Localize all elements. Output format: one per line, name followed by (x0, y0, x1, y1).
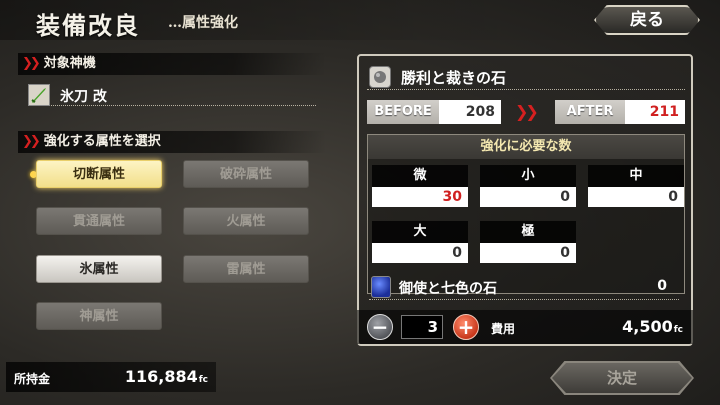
extra-item-name: 御使と七色の石 (399, 281, 497, 297)
extra-item-value: 0 (657, 278, 667, 294)
gem-icon (371, 276, 391, 298)
attr-thunder-button[interactable]: 雷属性 (183, 255, 309, 283)
attribute-section-label: 強化する属性を選択 (43, 134, 161, 149)
cost-value: 4,500fc (622, 317, 683, 336)
money-display: 所持金 116,884fc (6, 362, 216, 392)
cost-unit: fc (673, 325, 683, 335)
money-value: 116,884fc (125, 367, 208, 386)
req-cell-label: 小 (480, 165, 576, 187)
page-title: 装備改良 (36, 11, 140, 40)
quantity-field[interactable]: 3 (401, 315, 443, 339)
attr-fire-button[interactable]: 火属性 (183, 207, 309, 235)
page-subtitle: …属性強化 (168, 15, 238, 31)
requirements-box: 強化に必要な数 微 30 小 0 中 0 大 0 極 0 (367, 134, 685, 294)
chevron-right-icon: ❯❯ (22, 134, 41, 149)
req-cell-label: 中 (588, 165, 684, 187)
req-cell-value: 0 (480, 187, 576, 207)
money-unit: fc (198, 375, 208, 385)
target-weapon-row: 氷刀 改 (28, 82, 316, 106)
target-section-header: ❯❯ 対象神機 (18, 53, 326, 75)
sword-icon (28, 84, 50, 106)
before-label: BEFORE (367, 100, 439, 124)
extra-item-row: 御使と七色の石 0 (369, 276, 679, 300)
cost-bar: − 3 + 費用 4,500fc (357, 310, 693, 344)
attr-divine-button[interactable]: 神属性 (36, 302, 162, 330)
back-button[interactable]: 戻る (594, 5, 700, 35)
attr-crush-button[interactable]: 破砕属性 (183, 160, 309, 188)
cost-label: 費用 (491, 322, 516, 336)
req-cell-value: 0 (372, 243, 468, 263)
stone-row: 勝利と裁きの石 (367, 64, 685, 90)
attr-slash-button[interactable]: 切断属性 (36, 160, 162, 188)
after-value: 211 (625, 100, 685, 124)
req-cell-value: 30 (372, 187, 468, 207)
attr-ice-button[interactable]: 氷属性 (36, 255, 162, 283)
arrow-right-icon: ❯❯ (515, 102, 539, 121)
req-cell-value: 0 (480, 243, 576, 263)
money-amount: 116,884 (124, 367, 198, 386)
req-cell-label: 大 (372, 221, 468, 243)
confirm-button[interactable]: 決定 (552, 363, 692, 393)
stone-icon (369, 66, 391, 88)
weapon-name: 氷刀 改 (60, 89, 107, 105)
req-cell-label: 微 (372, 165, 468, 187)
increase-button[interactable]: + (453, 314, 479, 340)
chevron-right-icon: ❯❯ (22, 56, 41, 71)
money-label: 所持金 (14, 372, 51, 386)
after-label: AFTER (555, 100, 625, 124)
cost-amount: 4,500 (622, 317, 673, 336)
attribute-section-header: ❯❯ 強化する属性を選択 (18, 131, 326, 153)
stone-name: 勝利と裁きの石 (401, 69, 507, 87)
decrease-button[interactable]: − (367, 314, 393, 340)
req-cell-label: 極 (480, 221, 576, 243)
target-section-label: 対象神機 (43, 56, 96, 71)
requirements-title: 強化に必要な数 (368, 135, 684, 159)
req-cell-value: 0 (588, 187, 684, 207)
before-value: 208 (439, 100, 501, 124)
enhance-panel: 勝利と裁きの石 BEFORE 208 ❯❯ AFTER 211 強化に必要な数 … (357, 54, 693, 346)
attr-pierce-button[interactable]: 貫通属性 (36, 207, 162, 235)
